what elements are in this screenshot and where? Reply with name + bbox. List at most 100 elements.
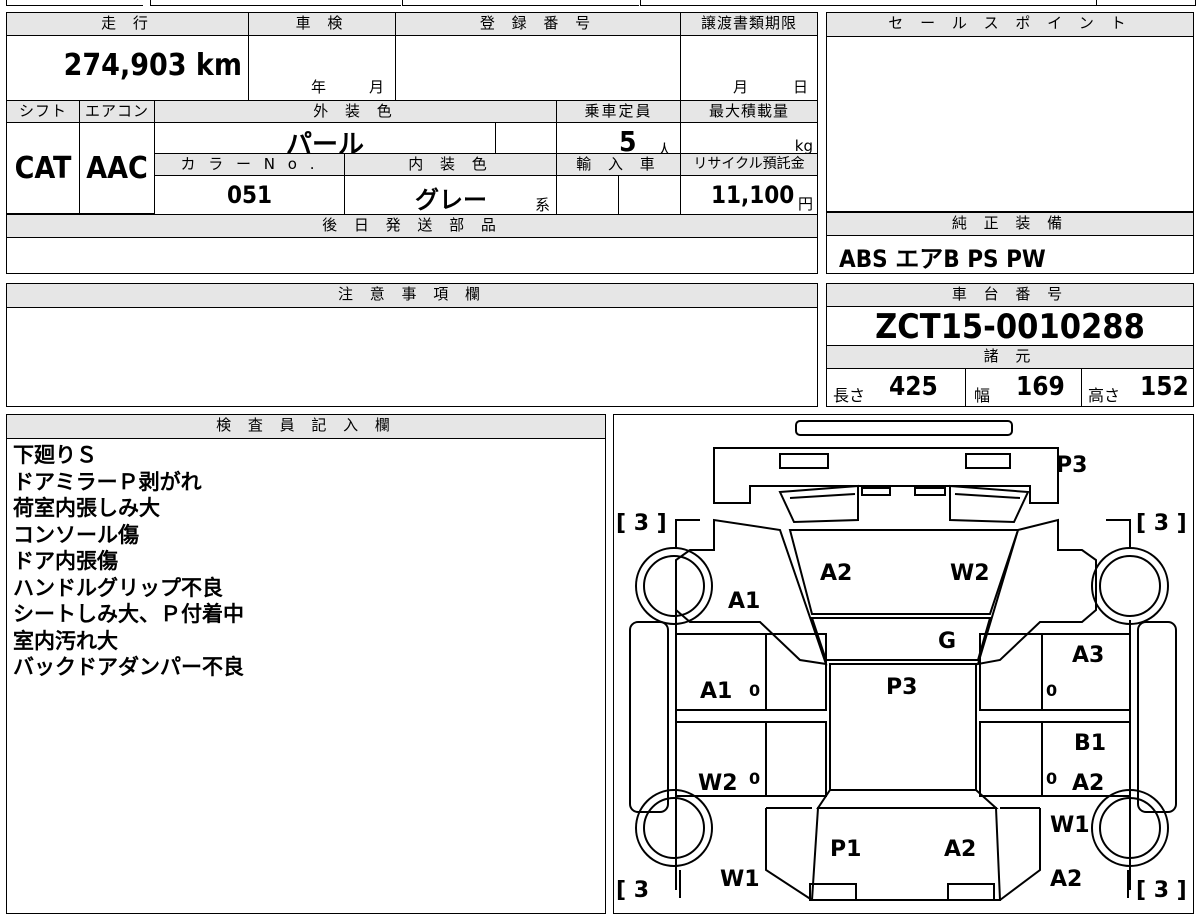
wheel-front-left-shape: [635, 547, 713, 625]
inspector-line: 下廻りＳ: [13, 443, 97, 467]
mark-rear-r: A2: [1050, 867, 1082, 892]
ac-value: AAC: [86, 150, 148, 186]
spec-height-value: 152: [1140, 372, 1189, 402]
later-parts-label: 後 日 発 送 部 品: [6, 214, 818, 238]
inspector-line: コンソール傷: [13, 522, 139, 547]
front-bumper-shape: [795, 420, 1013, 436]
mark-bracket-bl: [ 3: [616, 878, 649, 903]
windshield-frame-shape: [778, 484, 859, 524]
mark-bracket-tl: [ 3 ]: [616, 511, 667, 536]
inspection-label: 車 検: [248, 12, 396, 36]
interior-color-cell: グレー 系: [344, 175, 557, 215]
inspector-line: ドア内張傷: [13, 549, 118, 573]
inspector-line: 荷室内張しみ大: [13, 496, 160, 520]
import-cell-b: [618, 175, 681, 215]
mark-bracket-br: [ 3 ]: [1136, 878, 1187, 903]
mileage-value: 274,903 km: [63, 48, 242, 83]
deadline-day-unit: 日: [793, 78, 809, 96]
mark-rear-l: W1: [720, 867, 760, 892]
spec-height-cell: 高さ 152: [1081, 368, 1194, 407]
import-label: 輸 入 車: [556, 153, 681, 176]
inspector-lines: 下廻りＳ ドアミラーＰ剥がれ 荷室内張しみ大 コンソール傷 ドア内張傷 ハンドル…: [13, 442, 244, 681]
mark-pillar-r: B1: [1074, 731, 1106, 756]
equipment-value: ABS エアB PS PW: [839, 245, 1046, 273]
mark-zero-rl: 0: [749, 769, 760, 788]
vehicle-info-grid: 走 行 車 検 登 録 番 号 譲渡書類期限 274,903 km 年 月 月 …: [6, 12, 818, 274]
mileage-label: 走 行: [6, 12, 249, 36]
exterior-color-label: 外 装 色: [154, 100, 557, 123]
spec-length-cell: 長さ 425: [826, 368, 966, 407]
specs-label: 諸 元: [826, 345, 1194, 369]
registration-cell: [395, 35, 681, 101]
deadline-month-unit: 月: [733, 78, 749, 96]
mark-trunk-right: A2: [944, 837, 976, 862]
recycle-unit: 円: [797, 195, 813, 213]
spec-width-label: 幅: [974, 386, 991, 405]
notes-box: 注 意 事 項 欄: [6, 283, 818, 407]
wheel-rear-left-shape: [635, 789, 713, 867]
inspector-line: ハンドルグリップ不良: [13, 575, 223, 600]
recycle-label: リサイクル預託金: [680, 153, 818, 176]
headlight-right-shape: [965, 453, 1011, 469]
spec-width-cell: 幅 169: [965, 368, 1082, 407]
sales-point-label: セ ー ル ス ポ イ ン ト: [826, 12, 1194, 37]
chassis-value: ZCT15-0010288: [875, 307, 1145, 347]
mark-roof: P3: [886, 675, 917, 700]
inspection-cell: 年 月: [248, 35, 396, 101]
inspector-label: 検 査 員 記 入 欄: [6, 414, 606, 439]
mark-quarter-r: W1: [1050, 813, 1090, 838]
mark-hood-right: W2: [950, 561, 990, 586]
capacity-label: 乗車定員: [556, 100, 681, 123]
interior-color-label: 内 装 色: [344, 153, 557, 176]
mark-door-rr: A2: [1072, 771, 1104, 796]
rear-window-shape: [816, 789, 999, 809]
windshield-frame-right-shape: [949, 484, 1030, 524]
interior-color-value: グレー: [415, 186, 487, 214]
mark-zero-fl: 0: [749, 681, 760, 700]
mark-door-rl: W2: [698, 771, 738, 796]
spec-length-value: 425: [889, 372, 938, 402]
shift-cell: CAT: [6, 122, 80, 214]
color-no-value: 051: [226, 181, 273, 209]
mileage-cell: 274,903 km: [6, 35, 249, 101]
inspector-line: バックドアダンパー不良: [13, 655, 244, 679]
mark-door-fr: A3: [1072, 643, 1104, 668]
chassis-box: 車 台 番 号 ZCT15-0010288 諸 元 長さ 425 幅 169 高…: [826, 283, 1194, 407]
sales-point-box: セ ー ル ス ポ イ ン ト: [826, 12, 1194, 212]
max-load-label: 最大積載量: [680, 100, 818, 123]
spec-height-label: 高さ: [1088, 386, 1121, 405]
car-diagram-box: P3 [ 3 ] [ 3 ] A2 W2 A1 G A1 A3 P3 B1 W2…: [613, 414, 1194, 914]
spec-length-label: 長さ: [833, 386, 866, 405]
color-no-cell: 051: [154, 175, 345, 215]
recycle-value: 11,100: [711, 181, 795, 209]
import-cell-a: [556, 175, 619, 215]
spec-width-value: 169: [1016, 372, 1065, 402]
notes-label: 注 意 事 項 欄: [6, 283, 818, 308]
top-cutoff-row: [6, 0, 1196, 6]
inspector-box: 検 査 員 記 入 欄 下廻りＳ ドアミラーＰ剥がれ 荷室内張しみ大 コンソール…: [6, 414, 606, 914]
inspector-line: 室内汚れ大: [13, 628, 118, 653]
ac-label: エアコン: [79, 100, 155, 123]
recycle-cell: 11,100 円: [680, 175, 818, 215]
chassis-label: 車 台 番 号: [826, 283, 1194, 307]
transfer-deadline-label: 譲渡書類期限: [680, 12, 818, 36]
color-no-label: カ ラ ー N o .: [154, 153, 345, 176]
month-unit: 月: [369, 78, 385, 96]
mark-grille: G: [938, 629, 956, 654]
mark-hood-left: A2: [820, 561, 852, 586]
mark-trunk-left: P1: [830, 837, 861, 862]
inspector-line: ドアミラーＰ剥がれ: [13, 469, 202, 494]
ac-cell: AAC: [79, 122, 155, 214]
car-diagram: P3 [ 3 ] [ 3 ] A2 W2 A1 G A1 A3 P3 B1 W2…: [616, 420, 1187, 903]
shift-value: CAT: [14, 150, 72, 186]
deadline-cell: 月 日: [680, 35, 818, 101]
mark-door-fl: A1: [700, 679, 732, 704]
mark-zero-rr: 0: [1046, 769, 1057, 788]
mark-top-right: P3: [1056, 453, 1087, 478]
inspector-line: シートしみ大、Ｐ付着中: [13, 602, 244, 626]
wheel-front-right-shape: [1091, 547, 1169, 625]
year-unit: 年: [311, 78, 327, 96]
equipment-box: 純 正 装 備 ABS エアB PS PW: [826, 212, 1194, 274]
mark-zero-fr: 0: [1046, 681, 1057, 700]
registration-label: 登 録 番 号: [395, 12, 681, 36]
